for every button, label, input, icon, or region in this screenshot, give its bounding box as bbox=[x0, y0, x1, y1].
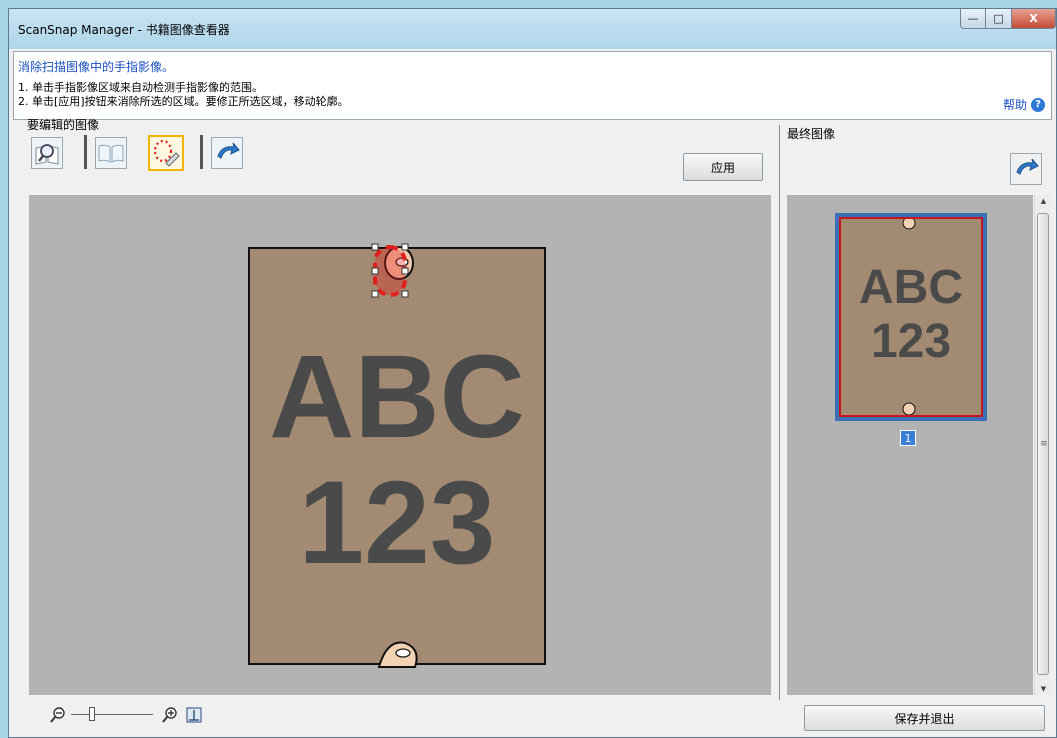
save-and-exit-button[interactable]: 保存并退出 bbox=[804, 705, 1045, 731]
selection-handle bbox=[371, 290, 379, 298]
zoom-controls bbox=[49, 706, 67, 724]
scrollbar-thumb[interactable]: ≡ bbox=[1037, 213, 1049, 675]
help-link[interactable]: 帮助 ? bbox=[1003, 96, 1045, 113]
final-thumbnail: ABC 123 bbox=[839, 217, 983, 417]
toolbar-separator bbox=[84, 135, 87, 169]
finger-selection-icon bbox=[153, 139, 180, 167]
scroll-down-icon[interactable]: ▼ bbox=[1035, 685, 1052, 693]
maximize-icon: □ bbox=[993, 12, 1004, 25]
close-button[interactable]: X bbox=[1012, 9, 1056, 29]
book-image-viewer-window: ScanSnap Manager - 书籍图像查看器 — □ X 消除扫描图像中… bbox=[8, 8, 1057, 738]
zoom-out-icon[interactable] bbox=[49, 706, 67, 724]
open-book-icon bbox=[98, 144, 124, 163]
caption-buttons: — □ X bbox=[960, 9, 1056, 29]
zoom-view-tool[interactable] bbox=[31, 137, 63, 169]
thumb-finger-bottom bbox=[902, 402, 916, 415]
zoom-in-icon[interactable] bbox=[161, 706, 179, 724]
finger-erase-tool[interactable] bbox=[148, 135, 184, 171]
undo-icon bbox=[217, 142, 240, 159]
apply-button[interactable]: 应用 bbox=[683, 153, 763, 181]
toolbar-separator bbox=[200, 135, 203, 169]
book-view-tool[interactable] bbox=[95, 137, 127, 169]
vertical-scrollbar[interactable]: ▲ ≡ ▼ bbox=[1034, 195, 1051, 695]
edit-image-label: 要编辑的图像 bbox=[27, 118, 100, 132]
final-undo-button[interactable] bbox=[1010, 153, 1042, 185]
selection-handle bbox=[371, 267, 379, 275]
instruction-heading: 消除扫描图像中的手指影像。 bbox=[18, 60, 175, 74]
final-image-label: 最终图像 bbox=[787, 127, 836, 141]
selection-handle bbox=[371, 243, 379, 251]
maximize-button[interactable]: □ bbox=[986, 9, 1012, 29]
help-icon: ? bbox=[1031, 97, 1045, 112]
selection-handle bbox=[401, 267, 409, 275]
panel-splitter[interactable] bbox=[779, 125, 780, 700]
undo-tool[interactable] bbox=[211, 137, 243, 169]
instruction-panel: 消除扫描图像中的手指影像。 1. 单击手指影像区域来自动检测手指影像的范围。 2… bbox=[13, 51, 1052, 120]
zoom-slider-track[interactable] bbox=[71, 714, 153, 715]
edit-image-view: ABC 123 bbox=[29, 195, 771, 695]
instruction-step-2: 2. 单击[应用]按钮来消除所选的区域。要修正所选区域，移动轮廓。 bbox=[18, 95, 349, 108]
fit-page-icon[interactable] bbox=[185, 706, 203, 724]
finger-overlay bbox=[371, 243, 418, 668]
zoom-slider-knob[interactable] bbox=[89, 707, 95, 721]
grip-icon: ≡ bbox=[1040, 439, 1048, 449]
magnifier-book-icon bbox=[35, 144, 59, 165]
window-title: ScanSnap Manager - 书籍图像查看器 bbox=[18, 23, 230, 37]
title-bar: ScanSnap Manager - 书籍图像查看器 — □ X bbox=[9, 9, 1056, 49]
finger-nail-bottom bbox=[395, 648, 411, 658]
selection-area bbox=[373, 245, 407, 297]
undo-icon bbox=[1016, 158, 1039, 175]
selection-handle bbox=[401, 290, 409, 298]
minimize-button[interactable]: — bbox=[960, 9, 986, 29]
thumb-fingers bbox=[902, 219, 916, 415]
selection-handle bbox=[401, 243, 409, 251]
final-image-view: ABC 123 1 bbox=[787, 195, 1033, 695]
thumb-finger-top bbox=[902, 219, 916, 230]
page-number-badge[interactable]: 1 bbox=[900, 430, 916, 446]
help-label: 帮助 bbox=[1002, 98, 1027, 112]
minimize-icon: — bbox=[967, 12, 979, 25]
scroll-up-icon[interactable]: ▲ bbox=[1035, 197, 1052, 205]
close-icon: X bbox=[1029, 12, 1038, 25]
thumbnail-frame[interactable]: ABC 123 bbox=[835, 213, 987, 421]
